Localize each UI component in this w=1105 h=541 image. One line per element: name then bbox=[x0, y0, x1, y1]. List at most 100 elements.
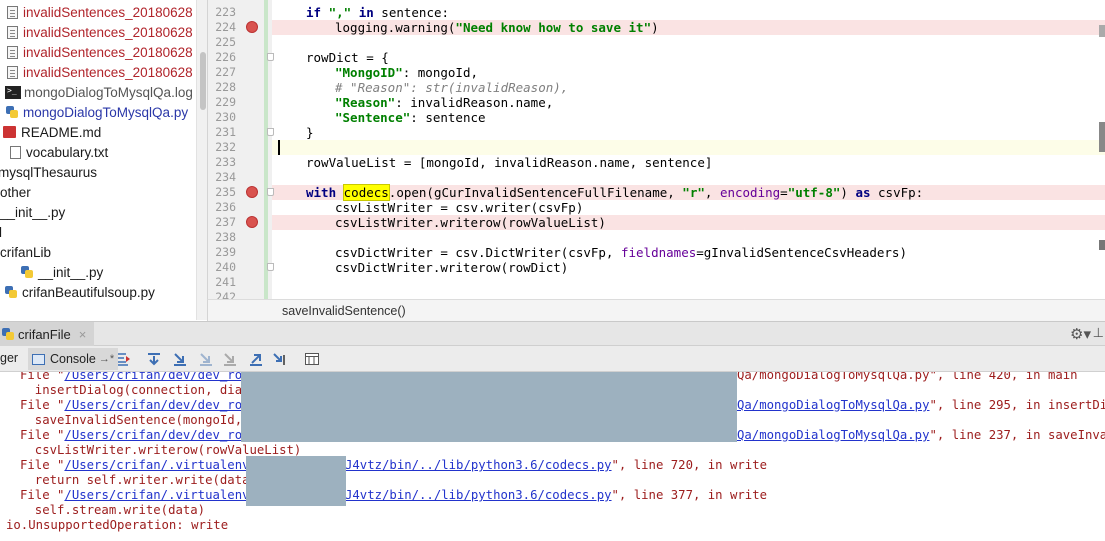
step-into-icon[interactable] bbox=[172, 351, 188, 367]
keyword: in bbox=[358, 5, 374, 20]
tree-item[interactable]: vocabulary.txt bbox=[4, 142, 108, 162]
breakpoint-icon[interactable] bbox=[246, 216, 258, 228]
tree-item[interactable]: _init__.py bbox=[0, 202, 66, 222]
tree-item-label: il bbox=[0, 224, 2, 240]
fold-marker-icon[interactable] bbox=[267, 188, 274, 196]
code-line-224[interactable]: logging.warning("Need know how to save i… bbox=[335, 20, 659, 35]
gear-icon[interactable]: ⚙▾ bbox=[1070, 325, 1091, 343]
traceback-file-link[interactable]: /Users/crifan/dev/dev_root bbox=[64, 372, 257, 382]
line-number: 242 bbox=[215, 290, 236, 299]
console-line-tail: J4vtz/bin/../lib/python3.6/codecs.py", l… bbox=[345, 488, 767, 503]
step-into-my-code-icon[interactable] bbox=[198, 351, 214, 367]
tree-item[interactable]: invalidSentences_20180628 bbox=[5, 22, 193, 42]
tree-item[interactable]: il bbox=[0, 222, 2, 242]
code-text: sentence: bbox=[381, 5, 450, 20]
fold-marker-icon[interactable] bbox=[267, 128, 274, 136]
console-toolbar: ger Console →* bbox=[0, 346, 1105, 372]
code-line-231[interactable]: } bbox=[306, 125, 314, 140]
code-line-233[interactable]: rowValueList = [mongoId, invalidReason.n… bbox=[306, 155, 712, 170]
step-out-icon[interactable] bbox=[248, 351, 264, 367]
console-tab-label: Console bbox=[50, 352, 96, 366]
breakpoint-icon[interactable] bbox=[246, 186, 258, 198]
traceback-file-link[interactable]: /Users/crifan/dev/dev_root bbox=[64, 398, 257, 412]
code-line-237[interactable]: csvListWriter.writerow(rowValueList) bbox=[335, 215, 606, 230]
line-number: 235 bbox=[215, 185, 236, 199]
console-restore-icon: →* bbox=[98, 353, 115, 365]
keyword: with bbox=[306, 185, 337, 200]
tree-item[interactable]: crifanBeautifulsoup.py bbox=[4, 282, 155, 302]
fold-marker-icon[interactable] bbox=[267, 53, 274, 61]
tree-item[interactable]: invalidSentences_20180628 bbox=[5, 62, 193, 82]
code-line-236[interactable]: csvListWriter = csv.writer(csvFp) bbox=[335, 200, 583, 215]
line-number: 225 bbox=[215, 35, 236, 49]
tree-item[interactable]: invalidSentences_20180628 bbox=[5, 42, 193, 62]
scrollbar-marker[interactable] bbox=[1099, 25, 1105, 37]
step-over-icon[interactable] bbox=[146, 351, 162, 367]
project-tree-scrollbar[interactable] bbox=[196, 0, 207, 320]
traceback-file-link[interactable]: /Users/crifan/.virtualenvs/ bbox=[64, 488, 264, 502]
traceback-file-link[interactable]: Qa/mongoDialogToMysqlQa.py bbox=[737, 428, 930, 442]
code-text: } bbox=[306, 125, 314, 140]
tree-item-label: mongoDialogToMysqlQa.log bbox=[24, 84, 193, 100]
code-editor[interactable]: 223 224 225 226 227 228 229 230 231 232 233 234 235 2… bbox=[207, 0, 1105, 299]
tree-item[interactable]: mongoDialogToMysqlQa.py bbox=[5, 102, 188, 122]
tree-item[interactable]: README.md bbox=[0, 122, 101, 142]
code-line-235[interactable]: with codecs.open(gCurInvalidSentenceFull… bbox=[306, 184, 923, 201]
tree-item[interactable]: mysqlThesaurus bbox=[0, 162, 97, 182]
show-execution-point-icon[interactable] bbox=[116, 351, 132, 367]
code-line-223[interactable]: if "," in sentence: bbox=[306, 5, 449, 20]
code-line-230[interactable]: "Sentence": sentence bbox=[335, 110, 486, 125]
traceback-file-link[interactable]: J4vtz/bin/../lib/python3.6/codecs.py bbox=[345, 488, 612, 502]
console-text: File " bbox=[20, 458, 65, 472]
run-to-cursor-icon[interactable] bbox=[272, 351, 288, 367]
line-number: 232 bbox=[215, 140, 236, 154]
traceback-file-link[interactable]: Qa/mongoDialogToMysqlQa.py bbox=[737, 398, 930, 412]
code-line-228[interactable]: # "Reason": str(invalidReason), bbox=[335, 80, 568, 95]
scrollbar-marker[interactable] bbox=[1099, 122, 1105, 152]
line-number: 238 bbox=[215, 230, 236, 244]
editor-breadcrumb[interactable]: saveInvalidSentence() bbox=[207, 299, 1105, 321]
scrollbar-marker[interactable] bbox=[1099, 240, 1105, 250]
force-step-into-icon[interactable] bbox=[222, 351, 238, 367]
tab-console[interactable]: Console →* bbox=[28, 348, 119, 370]
breadcrumb-function[interactable]: saveInvalidSentence() bbox=[282, 304, 406, 318]
line-number: 236 bbox=[215, 200, 236, 214]
tree-item-label: other bbox=[0, 184, 31, 200]
breakpoint-icon[interactable] bbox=[246, 21, 258, 33]
named-argument: fieldnames bbox=[620, 245, 697, 260]
traceback-file-link[interactable]: /Users/crifan/.virtualenvs/ bbox=[64, 458, 264, 472]
code-line-226[interactable]: rowDict = { bbox=[306, 50, 389, 65]
console-text: saveInvalidSentence(mongoId, i bbox=[20, 413, 257, 427]
traceback-file-link[interactable]: /Users/crifan/dev/dev_root bbox=[64, 428, 257, 442]
tab-debugger[interactable]: ger bbox=[0, 351, 18, 365]
code-line-229[interactable]: "Reason": invalidReason.name, bbox=[335, 95, 553, 110]
line-number: 234 bbox=[215, 170, 236, 184]
tree-item[interactable]: other bbox=[0, 182, 31, 202]
code-line-227[interactable]: "MongoID": mongoId, bbox=[335, 65, 478, 80]
tree-item[interactable]: mongoDialogToMysqlQa.log bbox=[5, 82, 193, 102]
line-number: 224 bbox=[215, 20, 236, 34]
string-literal: "Need know how to save it" bbox=[455, 20, 652, 35]
line-number: 240 bbox=[215, 260, 236, 274]
code-line-239[interactable]: csvDictWriter = csv.DictWriter(csvFp, fi… bbox=[335, 245, 907, 260]
code-text: .open(gCurInvalidSentenceFullFilename, bbox=[388, 185, 683, 200]
line-number: 227 bbox=[215, 65, 236, 79]
tree-item-label: __init__.py bbox=[38, 264, 104, 280]
traceback-file-link[interactable]: J4vtz/bin/../lib/python3.6/codecs.py bbox=[345, 458, 612, 472]
fold-marker-icon[interactable] bbox=[267, 263, 274, 271]
project-tree-scroll-thumb[interactable] bbox=[200, 52, 206, 110]
console-output[interactable]: File "/Users/crifan/dev/dev_root Qa/mongo… bbox=[0, 372, 1105, 541]
tree-item[interactable]: crifanLib bbox=[0, 242, 51, 262]
console-text: File " bbox=[20, 488, 65, 502]
vcs-change-marker bbox=[264, 0, 268, 299]
tree-item[interactable]: __init__.py bbox=[20, 262, 103, 282]
evaluate-expression-icon[interactable] bbox=[304, 351, 320, 367]
hide-panel-icon[interactable]: ⊥ bbox=[1093, 325, 1104, 341]
code-line-240[interactable]: csvDictWriter.writerow(rowDict) bbox=[335, 260, 568, 275]
tree-item-label: mysqlThesaurus bbox=[0, 164, 98, 180]
console-text: Qa/mongoDialogToMysqlQa.py", line 420, i… bbox=[737, 372, 1078, 382]
tree-item[interactable]: invalidSentences_20180628 bbox=[5, 2, 193, 22]
run-config-tab[interactable]: crifanFile × bbox=[0, 322, 94, 346]
close-icon[interactable]: × bbox=[79, 327, 87, 342]
console-text: File " bbox=[20, 428, 65, 442]
